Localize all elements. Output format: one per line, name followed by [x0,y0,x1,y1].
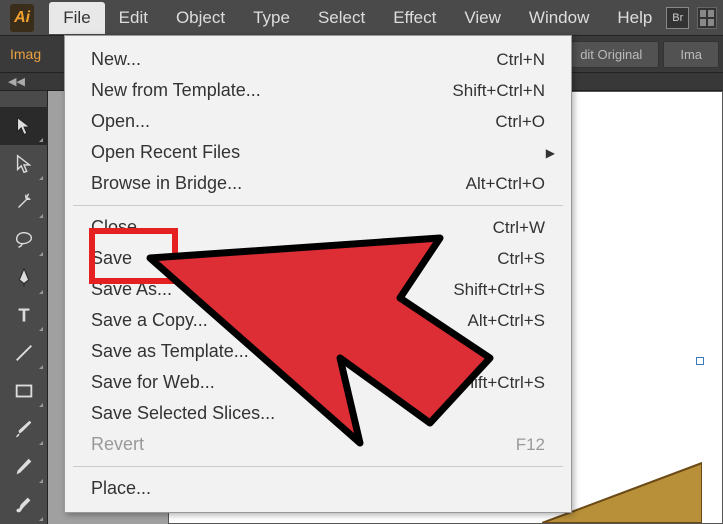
pen-tool[interactable] [0,259,48,297]
menu-effect[interactable]: Effect [379,2,450,34]
lasso-tool[interactable] [0,221,48,259]
direct-selection-tool-icon [13,153,35,175]
blob-brush-tool[interactable] [0,486,48,524]
menu-help[interactable]: Help [603,2,666,34]
menu-item-shortcut: Ctrl+S [497,249,545,269]
menu-item-label: Save as Template... [91,341,545,362]
menu-item-shortcut: Ctrl+O [495,112,545,132]
rectangle-tool-icon [13,380,35,402]
menu-item-save-as-template[interactable]: Save as Template... [65,336,571,367]
menu-item-label: Revert [91,434,516,455]
menu-item-label: Save As... [91,279,453,300]
menu-file[interactable]: File [49,2,104,34]
menu-item-label: Open... [91,111,495,132]
menu-item-shortcut: F12 [516,435,545,455]
menu-item-label: Save Selected Slices... [91,403,545,424]
menu-select[interactable]: Select [304,2,379,34]
menu-item-place[interactable]: Place... [65,473,571,504]
menu-item-shortcut: Ctrl+W [493,218,545,238]
menu-separator [73,466,563,467]
submenu-arrow-icon: ▶ [546,146,555,160]
menu-object[interactable]: Object [162,2,239,34]
menu-item-label: Save a Copy... [91,310,468,331]
menu-item-label: Open Recent Files [91,142,545,163]
options-tab-label: Imag [10,46,41,62]
selection-tool-icon [13,115,35,137]
tools-panel: T [0,91,48,524]
rectangle-tool[interactable] [0,372,48,410]
menu-item-shortcut: Shift+Ctrl+N [452,81,545,101]
menu-item-new-from-template[interactable]: New from Template...Shift+Ctrl+N [65,75,571,106]
menu-item-save[interactable]: SaveCtrl+S [65,243,571,274]
paintbrush-tool[interactable] [0,410,48,448]
menu-item-label: Place... [91,478,545,499]
menu-item-save-for-web[interactable]: Save for Web...Alt+Shift+Ctrl+S [65,367,571,398]
menu-item-browse-in-bridge[interactable]: Browse in Bridge...Alt+Ctrl+O [65,168,571,199]
menu-item-shortcut: Alt+Shift+Ctrl+S [424,373,545,393]
magic-wand-tool-icon [13,191,35,213]
menu-item-save-selected-slices[interactable]: Save Selected Slices... [65,398,571,429]
bridge-icon[interactable]: Br [666,7,689,29]
line-tool-icon [13,342,35,364]
menu-item-new[interactable]: New...Ctrl+N [65,44,571,75]
menu-item-label: Browse in Bridge... [91,173,466,194]
selection-tool[interactable] [0,107,48,145]
selection-handle[interactable] [696,357,704,365]
menu-item-save-a-copy[interactable]: Save a Copy...Alt+Ctrl+S [65,305,571,336]
menu-item-shortcut: Shift+Ctrl+S [453,280,545,300]
menu-item-shortcut: Ctrl+N [496,50,545,70]
blob-brush-tool-icon [13,494,35,516]
magic-wand-tool[interactable] [0,183,48,221]
menu-item-revert: RevertF12 [65,429,571,460]
svg-text:T: T [18,305,29,326]
menubar: Ai File Edit Object Type Select Effect V… [0,0,723,35]
menu-item-open[interactable]: Open...Ctrl+O [65,106,571,137]
app-icon: Ai [10,4,34,32]
arrange-documents-icon[interactable] [697,7,717,29]
edit-original-button[interactable]: dit Original [563,41,659,68]
menu-window[interactable]: Window [515,2,603,34]
pencil-tool-icon [13,456,35,478]
menu-type[interactable]: Type [239,2,304,34]
type-tool-icon: T [13,304,35,326]
menu-item-label: New from Template... [91,80,452,101]
paintbrush-tool-icon [13,418,35,440]
menu-item-label: New... [91,49,496,70]
file-menu-dropdown: New...Ctrl+NNew from Template...Shift+Ct… [64,35,572,513]
menu-separator [73,205,563,206]
direct-selection-tool[interactable] [0,145,48,183]
menu-item-close[interactable]: CloseCtrl+W [65,212,571,243]
line-tool[interactable] [0,334,48,372]
menu-item-shortcut: Alt+Ctrl+S [468,311,545,331]
type-tool[interactable]: T [0,297,48,335]
menu-item-label: Save for Web... [91,372,424,393]
menu-edit[interactable]: Edit [105,2,162,34]
pencil-tool[interactable] [0,448,48,486]
lasso-tool-icon [13,229,35,251]
menu-item-label: Save [91,248,497,269]
pen-tool-icon [13,267,35,289]
menu-item-open-recent-files[interactable]: Open Recent Files▶ [65,137,571,168]
menu-item-shortcut: Alt+Ctrl+O [466,174,545,194]
collapse-chevron-icon: ◀◀ [8,75,25,88]
menu-view[interactable]: View [450,2,515,34]
menu-item-label: Close [91,217,493,238]
image-trace-button[interactable]: Ima [663,41,719,68]
menu-item-save-as[interactable]: Save As...Shift+Ctrl+S [65,274,571,305]
